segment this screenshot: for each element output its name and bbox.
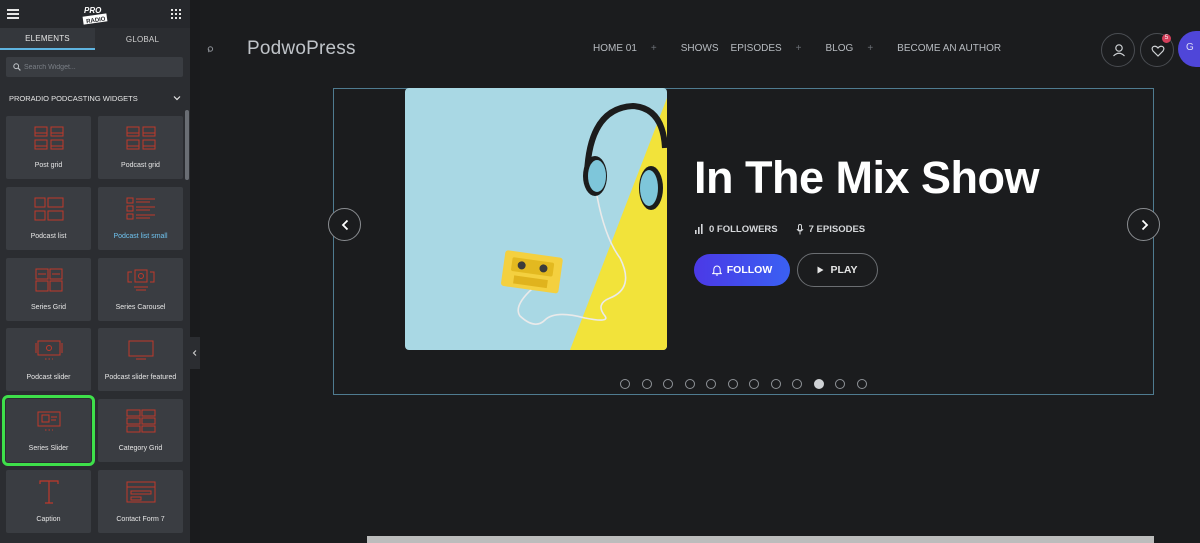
- follow-label: FOLLOW: [726, 264, 773, 276]
- nav-become-author[interactable]: BECOME AN AUTHOR: [897, 43, 1001, 55]
- widget-label: Caption: [36, 516, 61, 523]
- widget-label: Series Slider: [28, 445, 69, 452]
- account-button[interactable]: [1101, 33, 1135, 67]
- slider-dot[interactable]: [727, 379, 738, 389]
- widget-podcast-slider[interactable]: Podcast slider: [6, 328, 91, 391]
- widget-podcast-list-small[interactable]: Podcast list small: [98, 187, 183, 250]
- podcast-slider-featured-icon: [128, 340, 154, 360]
- site-brand-name[interactable]: PodwoPress: [247, 38, 356, 60]
- widget-series-slider[interactable]: Series Slider: [2, 395, 95, 466]
- slider-dot[interactable]: [749, 379, 759, 389]
- panel-scrollbar[interactable]: [185, 110, 189, 180]
- post-grid-icon: [34, 126, 64, 150]
- slider-dot[interactable]: [856, 379, 867, 389]
- nav-home[interactable]: HOME 01 +: [593, 43, 669, 55]
- widget-caption[interactable]: Caption: [6, 470, 91, 533]
- widget-label: Category Grid: [118, 445, 163, 452]
- chevron-left-icon: [192, 350, 197, 356]
- slider-dot[interactable]: [792, 379, 802, 389]
- slider-next-button[interactable]: [1127, 208, 1160, 241]
- slider-dot[interactable]: [663, 379, 673, 389]
- followers-count: 0 FOLLOWERS: [709, 223, 778, 235]
- tab-elements[interactable]: ELEMENTS: [0, 28, 95, 50]
- widget-category-grid[interactable]: Category Grid: [98, 399, 183, 462]
- category-grid-icon: [126, 409, 156, 433]
- slider-prev-button[interactable]: [328, 208, 361, 241]
- slider-dot[interactable]: [835, 379, 845, 389]
- podcast-list-icon: [34, 197, 64, 221]
- nav-shows[interactable]: SHOWS: [681, 43, 719, 55]
- panel-tabs: ELEMENTS GLOBAL: [0, 28, 190, 50]
- widget-label: Podcast slider: [26, 374, 71, 381]
- chevron-down-icon: [173, 96, 181, 101]
- slider-dot[interactable]: [684, 379, 695, 389]
- widget-category-header[interactable]: PRORADIO PODCASTING WIDGETS: [9, 94, 183, 104]
- podcast-slider-icon: [35, 340, 63, 360]
- collapse-panel-button[interactable]: [190, 337, 200, 369]
- search-icon: [13, 63, 21, 71]
- chevron-left-icon: [341, 219, 349, 231]
- nav-episodes[interactable]: EPISODES +: [731, 43, 814, 55]
- contact-form-icon: [126, 481, 156, 503]
- slider-dot[interactable]: [641, 379, 652, 389]
- play-button[interactable]: PLAY: [797, 253, 878, 287]
- podcast-grid-icon: [126, 126, 156, 150]
- show-cover-image: [405, 88, 667, 350]
- widget-podcast-grid[interactable]: Podcast grid: [98, 116, 183, 179]
- show-title[interactable]: In The Mix Show: [694, 152, 1040, 204]
- play-label: PLAY: [830, 264, 858, 276]
- widget-contact-form-7[interactable]: Contact Form 7: [98, 470, 183, 533]
- widget-label: Podcast list: [30, 233, 67, 240]
- widget-label: Podcast list small: [113, 233, 168, 240]
- widget-podcast-slider-featured[interactable]: Podcast slider featured: [98, 328, 183, 391]
- follow-button[interactable]: FOLLOW: [694, 254, 790, 286]
- panel-header: PRO RADIO: [0, 0, 190, 28]
- search-input[interactable]: [24, 60, 174, 74]
- widget-label: Podcast slider featured: [104, 374, 177, 381]
- wishlist-count-badge: 5: [1162, 34, 1171, 43]
- widget-label: Series Grid: [30, 304, 66, 311]
- widget-label: Series Carousel: [115, 304, 166, 311]
- widget-podcast-list[interactable]: Podcast list: [6, 187, 91, 250]
- widget-search[interactable]: [6, 57, 183, 77]
- bar-chart-icon: [695, 224, 703, 234]
- bell-icon: [711, 264, 722, 276]
- widget-series-carousel[interactable]: Series Carousel: [98, 258, 183, 321]
- caption-icon: [39, 480, 59, 504]
- microphone-icon: [796, 223, 804, 234]
- podcast-list-small-icon: [126, 197, 155, 220]
- show-stats: 0 FOLLOWERS 7 EPISODES: [694, 223, 865, 235]
- category-label: PRORADIO PODCASTING WIDGETS: [9, 94, 138, 103]
- slider-dot[interactable]: [706, 379, 716, 389]
- widget-label: Contact Form 7: [116, 516, 165, 523]
- series-carousel-icon: [127, 269, 155, 291]
- nav-blog[interactable]: BLOG +: [826, 43, 886, 55]
- series-slider-icon: [37, 411, 61, 431]
- slider-pagination: [620, 379, 878, 389]
- svg-text:PRO: PRO: [84, 6, 102, 15]
- proradio-logo: PRO RADIO: [82, 4, 108, 25]
- widget-post-grid[interactable]: Post grid: [6, 116, 91, 179]
- menu-icon[interactable]: [7, 9, 19, 19]
- user-icon: [1113, 44, 1125, 57]
- tab-global[interactable]: GLOBAL: [95, 28, 190, 50]
- widget-series-grid[interactable]: Series Grid: [6, 258, 91, 321]
- play-icon: [817, 266, 824, 274]
- chevron-right-icon: [1141, 219, 1149, 231]
- podwopress-logo-icon: [207, 46, 214, 53]
- slider-dot[interactable]: [813, 379, 824, 389]
- series-grid-icon: [35, 268, 63, 292]
- episodes-count: 7 EPISODES: [808, 223, 866, 235]
- slider-dot[interactable]: [770, 379, 781, 389]
- main-nav: HOME 01 + SHOWS EPISODES + BLOG + BECOME AN…: [593, 43, 1013, 55]
- editor-panel: PRO RADIO ELEMENTS GLOBAL PRORADIO PODCA…: [0, 0, 190, 543]
- apps-grid-icon[interactable]: [171, 9, 181, 19]
- widget-label: Podcast grid: [121, 162, 160, 169]
- slider-dot[interactable]: [620, 379, 630, 389]
- app-root: PRO RADIO ELEMENTS GLOBAL PRORADIO PODCA…: [0, 0, 1200, 543]
- section-divider: [367, 536, 1154, 543]
- widget-label: Post grid: [34, 162, 63, 169]
